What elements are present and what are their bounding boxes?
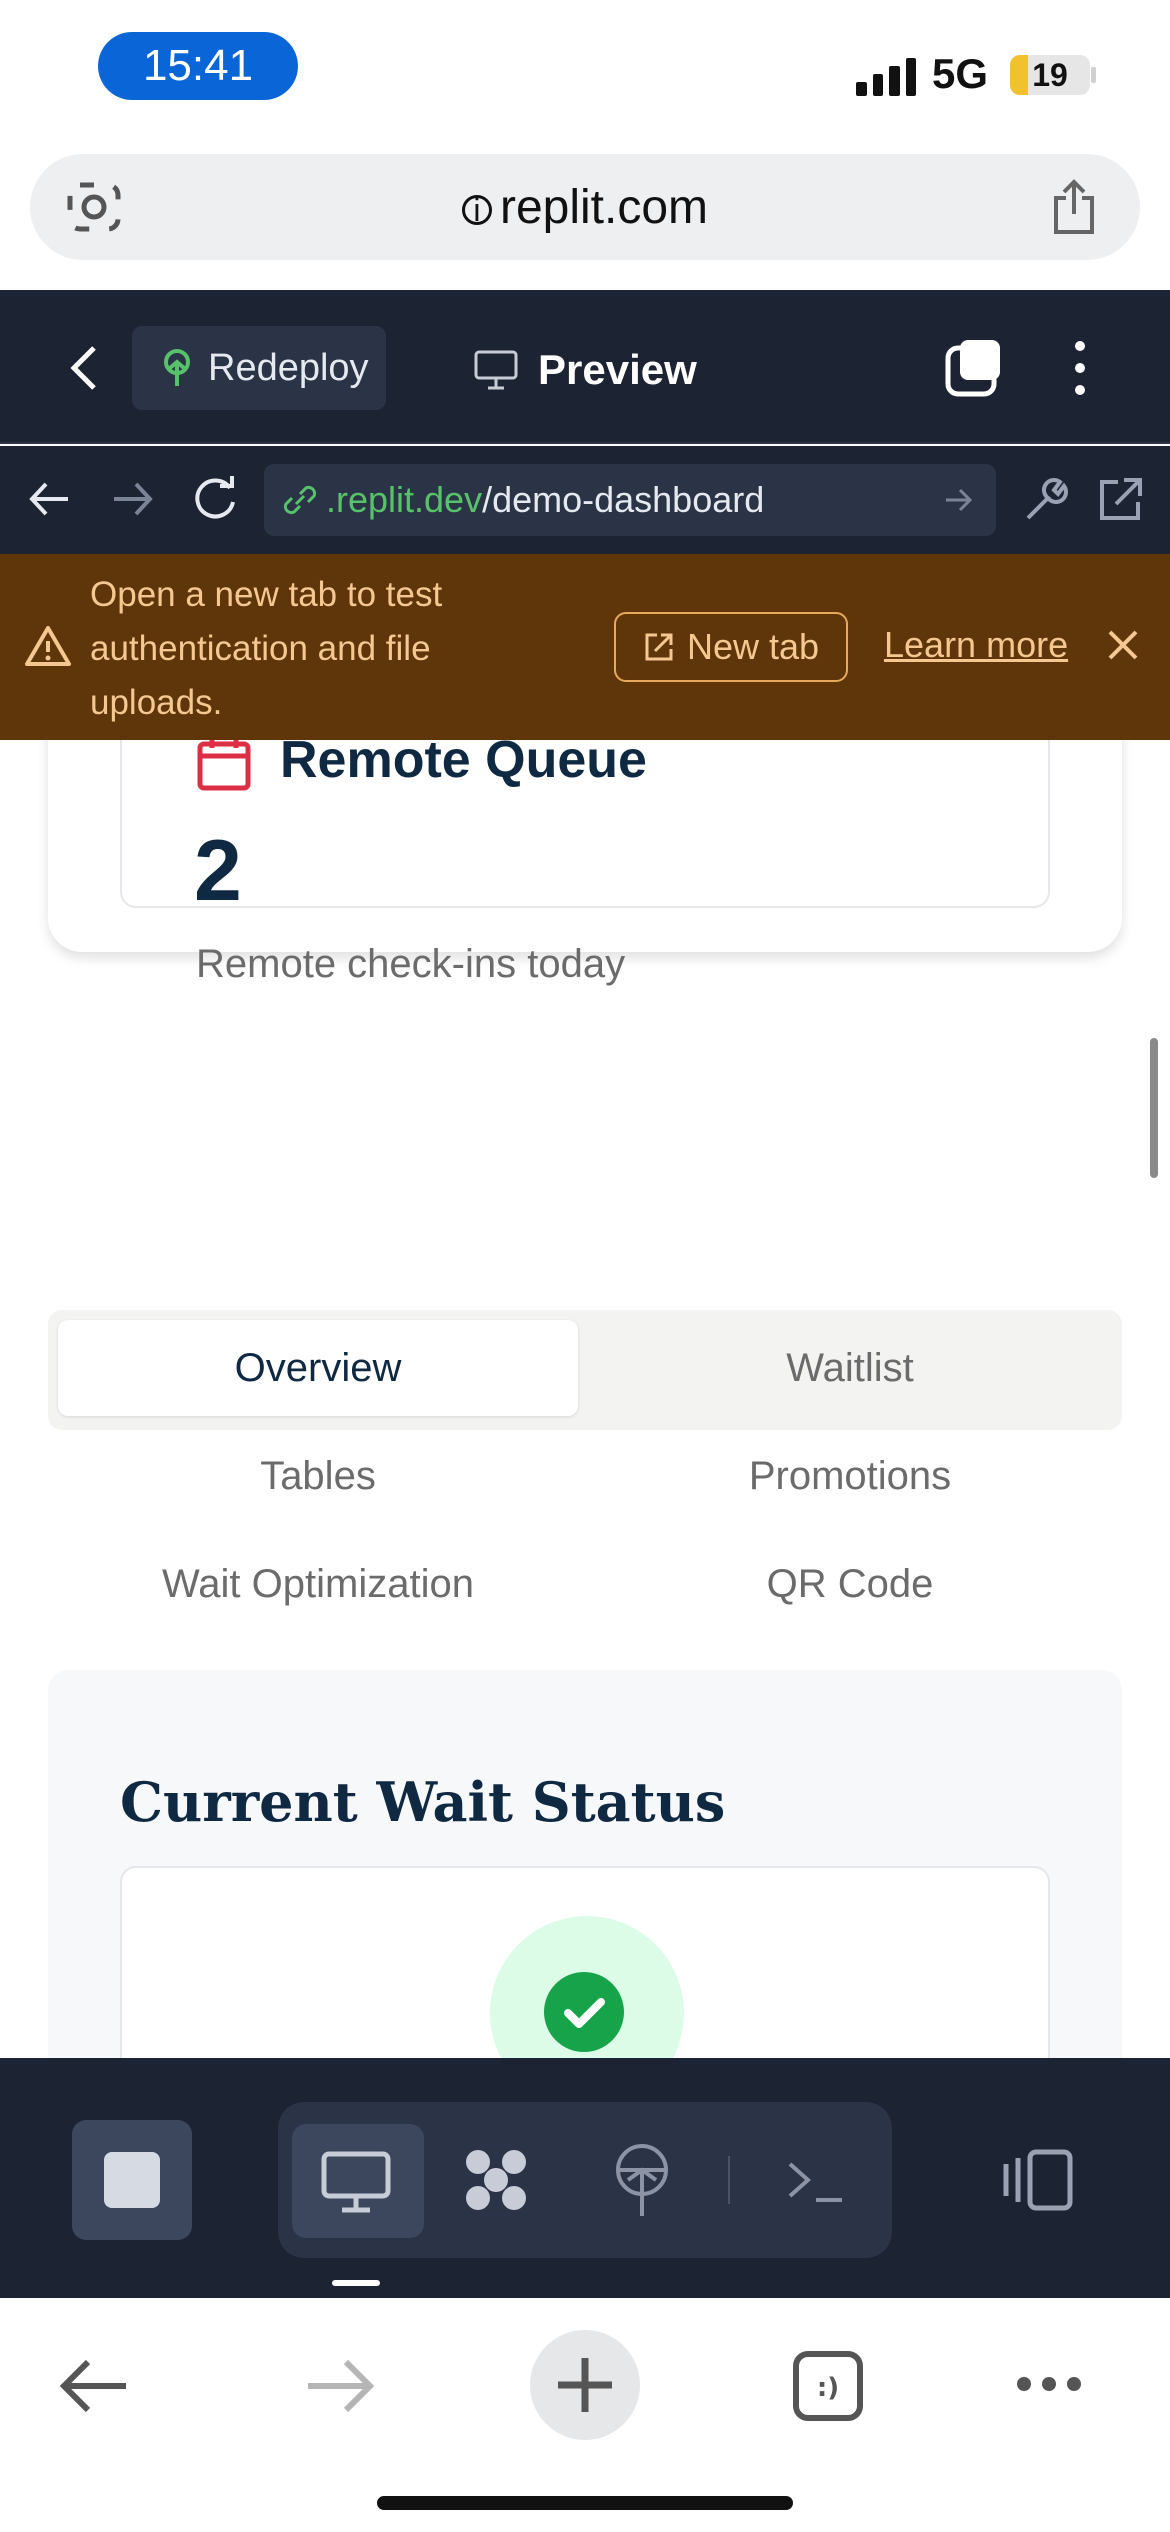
webview-toolbar: .replit.dev/demo-dashboard — [0, 446, 1170, 554]
kebab-icon[interactable] — [1066, 338, 1094, 398]
battery-icon: 19 — [1010, 55, 1090, 95]
preview-label: Preview — [538, 346, 697, 393]
browser-domain[interactable]: i replit.com — [30, 180, 1140, 235]
arrow-right-icon[interactable] — [108, 474, 158, 524]
plus-icon — [558, 2358, 612, 2412]
status-time: 15:41 — [98, 32, 298, 100]
new-tab-plus-button[interactable] — [530, 2330, 640, 2440]
preview-tab[interactable]: Preview — [474, 330, 697, 410]
remote-queue-title: Remote Queue — [280, 740, 647, 789]
tab-promotions[interactable]: Promotions — [590, 1454, 1110, 1499]
monitor-icon — [474, 350, 518, 390]
chevron-left-icon[interactable] — [64, 344, 104, 392]
status-bar: 15:41 5G 19 — [0, 0, 1170, 140]
tool-switcher — [278, 2102, 892, 2258]
tab-qr-code[interactable]: QR Code — [590, 1562, 1110, 1607]
new-tab-label: New tab — [686, 626, 820, 667]
svg-text::): :) — [817, 2373, 839, 2403]
url-host: .replit.dev — [326, 479, 483, 520]
network-type: 5G — [932, 50, 989, 97]
check-icon — [544, 1972, 624, 2052]
agent-icon[interactable] — [458, 2140, 534, 2220]
terminal-icon[interactable] — [778, 2140, 854, 2220]
info-icon: i — [461, 194, 492, 226]
panel-layout-icon[interactable] — [1000, 2148, 1074, 2212]
browser-address-bar[interactable]: i replit.com — [30, 154, 1140, 260]
learn-more-link[interactable]: Learn more — [884, 624, 1068, 666]
battery-tip — [1091, 67, 1096, 83]
signal-icon — [856, 52, 916, 96]
share-icon[interactable] — [1048, 178, 1100, 236]
deploy-icon — [164, 349, 190, 386]
app-content: Remote Queue 2 Remote check-ins today Ov… — [0, 740, 1170, 2058]
calendar-icon — [197, 740, 251, 791]
stop-button[interactable] — [72, 2120, 192, 2240]
safari-toolbar: :) — [0, 2298, 1170, 2532]
home-indicator — [377, 2496, 793, 2510]
domain-text: replit.com — [499, 181, 709, 234]
arrow-left-icon[interactable] — [58, 2358, 130, 2414]
stop-icon — [104, 2152, 160, 2208]
redeploy-button[interactable]: Redeploy — [132, 326, 386, 410]
new-tab-button[interactable]: New tab — [614, 612, 848, 682]
toolbar-divider — [728, 2156, 730, 2204]
replit-header: Redeploy Preview — [0, 290, 1170, 444]
wait-status-section: Current Wait Status — [48, 1670, 1122, 2058]
close-icon[interactable] — [1106, 628, 1140, 662]
monitor-icon — [321, 2151, 391, 2213]
banner-message: Open a new tab to test authentication an… — [90, 575, 443, 722]
wrench-icon[interactable] — [1020, 474, 1070, 524]
warning-icon — [25, 626, 71, 666]
reload-icon[interactable] — [190, 474, 240, 524]
redeploy-label: Redeploy — [208, 346, 369, 389]
url-path: /demo-dashboard — [482, 479, 765, 520]
windows-icon[interactable] — [944, 338, 1004, 398]
external-link-icon[interactable] — [1096, 474, 1146, 524]
wait-status-title: Current Wait Status — [120, 1770, 726, 1834]
replit-toolbar — [0, 2058, 1170, 2298]
remote-queue-count: 2 — [194, 823, 242, 919]
toolbar-indicator — [332, 2280, 380, 2286]
webview-url-field[interactable]: .replit.dev/demo-dashboard — [264, 464, 996, 536]
tab-tables[interactable]: Tables — [58, 1454, 578, 1499]
notice-banner: Open a new tab to test authentication an… — [0, 554, 1170, 740]
go-arrow-icon[interactable] — [942, 482, 976, 518]
tabs-icon[interactable]: :) — [792, 2350, 864, 2422]
link-icon — [283, 485, 317, 515]
arrow-right-icon[interactable] — [304, 2358, 376, 2414]
wait-status-card — [120, 1866, 1050, 2058]
tab-waitlist[interactable]: Waitlist — [590, 1320, 1110, 1416]
tab-overview[interactable]: Overview — [58, 1320, 578, 1416]
deploy-icon[interactable] — [604, 2140, 680, 2220]
arrow-left-icon[interactable] — [24, 474, 74, 524]
remote-queue-subtitle: Remote check-ins today — [196, 942, 626, 986]
battery-level: 19 — [1032, 56, 1068, 93]
scrollbar[interactable] — [1150, 1038, 1158, 1178]
dashboard-tabs: Overview Waitlist — [48, 1310, 1122, 1430]
more-icon[interactable] — [1014, 2372, 1084, 2396]
external-link-icon — [645, 633, 673, 661]
tab-wait-optimization[interactable]: Wait Optimization — [58, 1562, 578, 1607]
